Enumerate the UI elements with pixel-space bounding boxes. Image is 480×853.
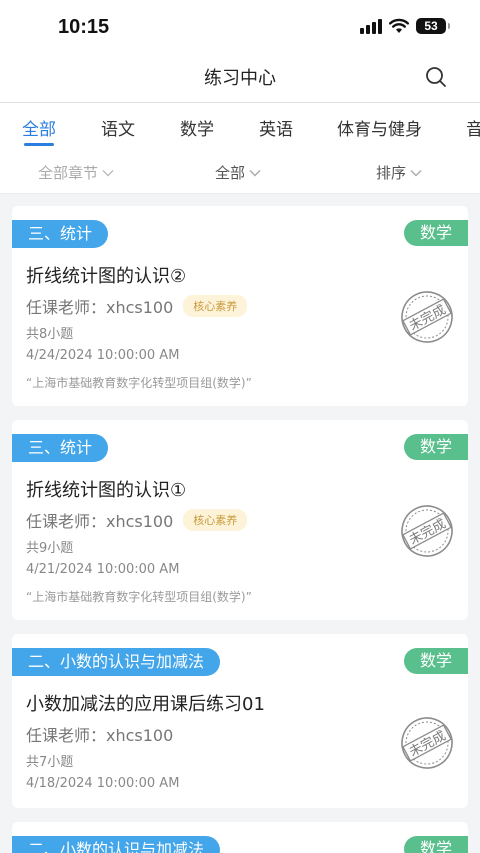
chevron-down-icon: [410, 169, 422, 176]
status-bar: 10:15 53: [0, 0, 480, 54]
core-literacy-tag: 核心素养: [183, 295, 248, 317]
exercise-card[interactable]: 三、统计 数学 折线统计图的认识① 任课老师：xhcs100 核心素养 共9小题…: [12, 420, 468, 620]
teacher-name: 任课老师：xhcs100: [26, 726, 174, 745]
chevron-down-icon: [249, 169, 261, 176]
battery-icon: 53: [416, 18, 450, 34]
tab-english[interactable]: 英语: [259, 115, 293, 140]
search-icon[interactable]: [424, 65, 448, 89]
exercise-source: “上海市基础教育数字化转型项目组(数学)”: [26, 590, 252, 604]
subject-badge: 数学: [404, 434, 468, 460]
chapter-label: 二、小数的认识与加减法: [12, 836, 221, 853]
teacher-name: 任课老师：xhcs100: [26, 298, 174, 317]
sort-filter[interactable]: 排序: [376, 162, 422, 183]
incomplete-stamp-icon: 未完成: [401, 291, 453, 343]
subject-badge: 数学: [404, 220, 468, 246]
teacher-name: 任课老师：xhcs100: [26, 512, 174, 531]
cellular-signal-icon: [360, 18, 382, 34]
chapter-filter-label: 全部章节: [38, 164, 99, 182]
subject-tabs: 全部 语文 数学 英语 体育与健身 音: [0, 102, 480, 148]
exercise-title: 小数加减法的应用课后练习01: [26, 694, 265, 715]
page-title: 练习中心: [204, 68, 276, 89]
exercise-date: 4/21/2024 10:00:00 AM: [26, 562, 180, 577]
exercise-title: 折线统计图的认识①: [26, 480, 187, 501]
active-tab-indicator: [24, 143, 54, 146]
exercise-date: 4/18/2024 10:00:00 AM: [26, 776, 180, 791]
subject-badge: 数学: [404, 836, 468, 853]
sort-filter-label: 排序: [376, 164, 407, 182]
incomplete-stamp-icon: 未完成: [401, 717, 453, 769]
filter-bar: 全部章节 全部 排序: [0, 148, 480, 194]
question-count: 共9小题: [26, 541, 74, 556]
question-count: 共8小题: [26, 327, 74, 342]
core-literacy-tag: 核心素养: [183, 509, 248, 531]
chapter-filter[interactable]: 全部章节: [38, 162, 114, 183]
exercise-title: 折线统计图的认识②: [26, 266, 187, 287]
status-icons: 53: [360, 18, 450, 34]
chapter-label: 三、统计: [12, 434, 109, 462]
chapter-label: 三、统计: [12, 220, 109, 248]
question-count: 共7小题: [26, 755, 74, 770]
teacher-row: 任课老师：xhcs100 核心素养: [26, 508, 248, 532]
teacher-row: 任课老师：xhcs100: [26, 722, 173, 746]
tab-all[interactable]: 全部: [22, 115, 56, 140]
wifi-icon: [389, 18, 409, 33]
status-filter[interactable]: 全部: [215, 162, 261, 183]
tab-music[interactable]: 音: [466, 115, 480, 140]
tab-pe-health[interactable]: 体育与健身: [337, 115, 422, 140]
exercise-card[interactable]: 二、小数的认识与加减法 数学: [12, 822, 468, 853]
chevron-down-icon: [102, 169, 114, 176]
status-filter-label: 全部: [215, 164, 246, 182]
tab-math[interactable]: 数学: [180, 115, 214, 140]
status-time: 10:15: [58, 16, 110, 38]
incomplete-stamp-icon: 未完成: [401, 505, 453, 557]
exercise-date: 4/24/2024 10:00:00 AM: [26, 348, 180, 363]
tab-chinese[interactable]: 语文: [101, 115, 135, 140]
chapter-label: 二、小数的认识与加减法: [12, 648, 221, 676]
subject-badge: 数学: [404, 648, 468, 674]
header: 练习中心: [0, 54, 480, 102]
exercise-card[interactable]: 三、统计 数学 折线统计图的认识② 任课老师：xhcs100 核心素养 共8小题…: [12, 206, 468, 406]
exercise-card[interactable]: 二、小数的认识与加减法 数学 小数加减法的应用课后练习01 任课老师：xhcs1…: [12, 634, 468, 808]
exercise-source: “上海市基础教育数字化转型项目组(数学)”: [26, 376, 252, 390]
teacher-row: 任课老师：xhcs100 核心素养: [26, 294, 248, 318]
